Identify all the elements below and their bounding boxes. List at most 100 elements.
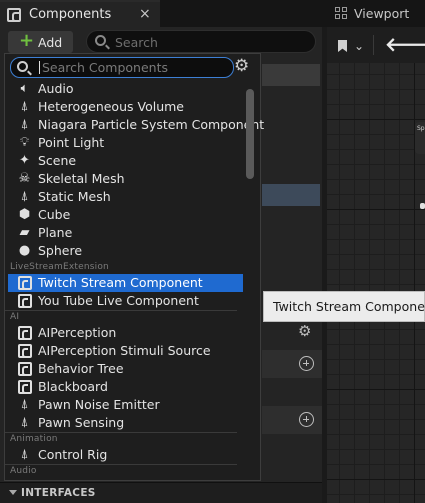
list-item-label: Blackboard bbox=[38, 379, 108, 394]
component-icon bbox=[17, 293, 32, 308]
component-icon bbox=[17, 361, 32, 376]
add-circle-icon[interactable] bbox=[299, 412, 314, 427]
list-item-label: Behavior Tree bbox=[38, 361, 124, 376]
component-icon bbox=[17, 343, 32, 358]
tab-viewport[interactable]: Viewport bbox=[327, 0, 425, 27]
search-icon bbox=[95, 35, 106, 46]
skeleton-icon: ☠︎ bbox=[18, 171, 31, 186]
list-item-control-rig[interactable]: ⍋ Control Rig bbox=[8, 446, 243, 464]
list-item-label: Skeletal Mesh bbox=[38, 171, 125, 186]
list-item-twitch-stream-component[interactable]: Twitch Stream Component bbox=[8, 274, 243, 292]
category-label: Audio bbox=[10, 466, 37, 476]
add-component-dropdown: Search Components ⚙ 🔈︎ Audio ⍋ Heterogen… bbox=[4, 53, 265, 481]
category-header-ai: AI bbox=[5, 312, 245, 323]
viewport-toolbar: ⌄ 🡐 bbox=[327, 27, 425, 63]
actor-icon: ⍋ bbox=[20, 99, 29, 114]
list-item-scene[interactable]: ✦ Scene bbox=[8, 152, 243, 170]
list-item-label: Plane bbox=[38, 225, 73, 240]
list-item-heterogeneous-volume[interactable]: ⍋ Heterogeneous Volume bbox=[8, 98, 243, 116]
add-button-label: Add bbox=[38, 35, 63, 50]
component-icon bbox=[17, 325, 32, 340]
list-item-label: Cube bbox=[38, 207, 71, 222]
interfaces-label: INTERFACES bbox=[21, 487, 96, 499]
search-icon bbox=[17, 61, 28, 72]
toolbar-divider bbox=[373, 35, 374, 55]
list-item-label: Twitch Stream Component bbox=[38, 275, 203, 290]
list-item-label: Heterogeneous Volume bbox=[38, 99, 184, 114]
cube-icon: ⬢ bbox=[18, 207, 31, 222]
category-divider bbox=[5, 432, 237, 433]
list-item-skeletal-mesh[interactable]: ☠︎ Skeletal Mesh bbox=[8, 170, 243, 188]
component-tree-row[interactable] bbox=[262, 64, 320, 86]
component-tree-row-selected[interactable] bbox=[262, 184, 320, 206]
tooltip: Twitch Stream Component bbox=[263, 291, 425, 322]
component-icon bbox=[7, 8, 21, 22]
list-item-sphere[interactable]: ● Sphere bbox=[8, 242, 243, 260]
search-components-input[interactable]: Search Components bbox=[10, 57, 234, 78]
list-item-blackboard[interactable]: Blackboard bbox=[8, 378, 243, 396]
list-item-label: Control Rig bbox=[38, 447, 108, 462]
list-item-label: AIPerception Stimuli Source bbox=[38, 343, 211, 358]
scene-icon: ✦ bbox=[19, 153, 30, 168]
gear-icon[interactable]: ⚙ bbox=[234, 56, 249, 76]
plus-icon: + bbox=[19, 30, 35, 51]
actor-icon: ⍋ bbox=[20, 397, 29, 412]
plane-icon: ▰ bbox=[19, 225, 30, 240]
list-item-plane[interactable]: ▰ Plane bbox=[8, 224, 243, 242]
graph-node[interactable]: Sp bbox=[415, 122, 425, 154]
category-divider bbox=[5, 310, 237, 311]
speaker-icon: 🔈︎ bbox=[20, 81, 29, 96]
list-item-niagara-particle-system[interactable]: ⍋ Niagara Particle System Component bbox=[8, 116, 265, 134]
list-item-behavior-tree[interactable]: Behavior Tree bbox=[8, 360, 243, 378]
list-item-label: Point Light bbox=[38, 135, 105, 150]
add-circle-icon[interactable] bbox=[299, 356, 314, 371]
list-item-cube[interactable]: ⬢ Cube bbox=[8, 206, 243, 224]
component-icon bbox=[17, 379, 32, 394]
list-item-label: Sphere bbox=[38, 243, 83, 258]
list-item-label: You Tube Live Component bbox=[38, 293, 199, 308]
actor-icon: ⍋ bbox=[20, 447, 29, 462]
viewport-icon bbox=[335, 7, 348, 19]
graph-pin[interactable] bbox=[420, 203, 425, 209]
actor-icon: ⍋ bbox=[20, 415, 29, 430]
list-item-label: Niagara Particle System Component bbox=[38, 117, 265, 132]
list-item-label: Scene bbox=[38, 153, 77, 168]
tab-viewport-label: Viewport bbox=[354, 6, 410, 21]
actor-icon: ⍋ bbox=[20, 117, 29, 132]
component-list: 🔈︎ Audio ⍋ Heterogeneous Volume ⍋ Niagar… bbox=[5, 80, 265, 480]
category-header-livestream: LiveStreamExtension bbox=[5, 262, 245, 273]
text-cursor bbox=[39, 61, 40, 74]
expand-triangle-icon bbox=[9, 490, 17, 495]
list-item-label: Pawn Sensing bbox=[38, 415, 125, 430]
list-item-aiperception[interactable]: AIPerception bbox=[8, 324, 243, 342]
bookmark-button[interactable]: ⌄ bbox=[336, 38, 366, 54]
search-components-placeholder: Search Components bbox=[42, 60, 169, 75]
category-header-animation: Animation bbox=[5, 434, 245, 445]
component-icon bbox=[17, 275, 32, 290]
interfaces-section-header[interactable]: INTERFACES bbox=[0, 482, 322, 503]
graph-node-label: Sp bbox=[417, 125, 425, 132]
actor-icon: ⍋ bbox=[20, 189, 29, 204]
list-item-label: Audio bbox=[38, 81, 74, 96]
dropdown-scrollbar[interactable] bbox=[246, 89, 254, 179]
list-item-static-mesh[interactable]: ⍋ Static Mesh bbox=[8, 188, 243, 206]
gear-icon[interactable]: ⚙ bbox=[298, 322, 311, 340]
list-item-pawn-noise-emitter[interactable]: ⍋ Pawn Noise Emitter bbox=[8, 396, 243, 414]
bookmark-icon bbox=[338, 40, 347, 52]
components-search-input[interactable]: Search bbox=[86, 30, 316, 53]
list-item-aiperception-stimuli-source[interactable]: AIPerception Stimuli Source bbox=[8, 342, 243, 360]
close-icon[interactable]: × bbox=[139, 6, 151, 22]
list-item-youtube-live-component[interactable]: You Tube Live Component bbox=[8, 292, 243, 310]
search-placeholder: Search bbox=[115, 35, 158, 50]
back-arrow-icon[interactable]: 🡐 bbox=[385, 33, 425, 56]
sphere-icon: ● bbox=[18, 243, 31, 258]
lightbulb-icon: 💡︎ bbox=[19, 135, 30, 150]
tooltip-text: Twitch Stream Component bbox=[273, 299, 425, 314]
viewport[interactable]: ⌄ 🡐 Sp bbox=[327, 27, 425, 503]
list-item-point-light[interactable]: 💡︎ Point Light bbox=[8, 134, 243, 152]
list-item-audio[interactable]: 🔈︎ Audio bbox=[8, 80, 243, 98]
category-label: LiveStreamExtension bbox=[10, 262, 109, 272]
tab-components[interactable]: Components × bbox=[0, 0, 160, 27]
add-component-button[interactable]: + Add bbox=[8, 30, 73, 53]
list-item-pawn-sensing[interactable]: ⍋ Pawn Sensing bbox=[8, 414, 243, 432]
